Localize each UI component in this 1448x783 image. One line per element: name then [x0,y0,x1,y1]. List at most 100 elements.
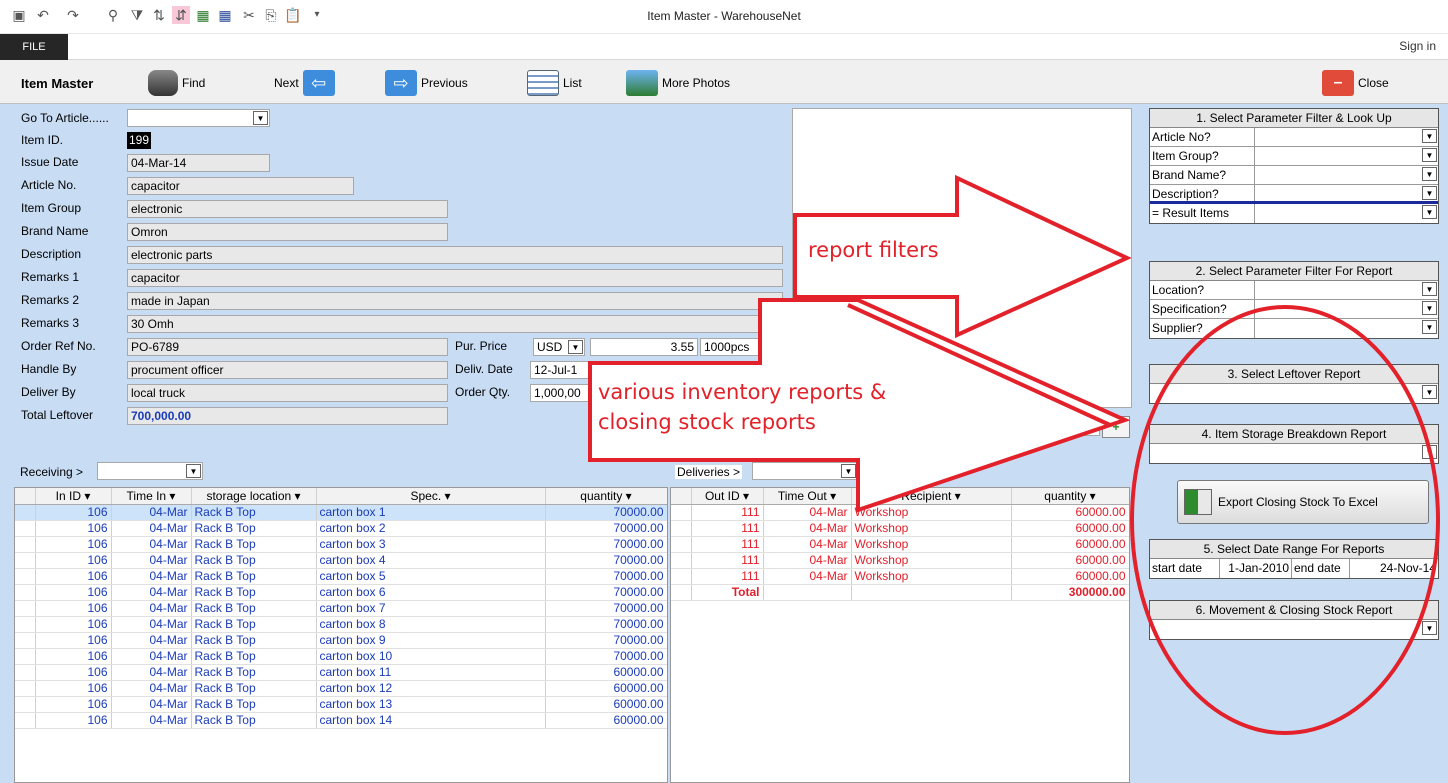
table-row[interactable]: 111 04-Mar Workshop 60000.00 [671,552,1129,569]
row-selector[interactable] [671,536,692,553]
row-selector[interactable] [671,552,692,569]
row-selector[interactable] [15,632,36,649]
storage-breakdown-combo[interactable]: ▼ [1150,444,1438,463]
table-row[interactable]: 106 04-Mar Rack B Top carton box 5 70000.00 [15,568,667,585]
table-row[interactable]: 106 04-Mar Rack B Top carton box 7 70000.00 [15,600,667,617]
end-date-field[interactable]: 24-Nov-14 [1350,559,1438,578]
table-row[interactable]: 111 04-Mar Workshop 60000.00 [671,504,1129,521]
movement-report-combo[interactable]: ▼ [1150,620,1438,639]
item-group-field[interactable]: electronic [127,200,448,218]
chevron-down-icon[interactable]: ▼ [1422,205,1437,219]
table-row[interactable]: 106 04-Mar Rack B Top carton box 12 60000.00 [15,680,667,697]
filter-location[interactable]: Location? ▼ [1150,281,1438,300]
chevron-down-icon[interactable]: ▼ [1422,167,1437,181]
goto-article-combo[interactable]: ▼ [127,109,270,127]
pur-unit-field[interactable]: 1000pcs [700,338,760,356]
row-selector[interactable] [15,600,36,617]
row-selector[interactable] [671,504,692,521]
table-row[interactable]: 106 04-Mar Rack B Top carton box 10 70000.00 [15,648,667,665]
table-row[interactable]: 106 04-Mar Rack B Top carton box 8 70000.00 [15,616,667,633]
remarks1-field[interactable]: capacitor [127,269,783,287]
chevron-down-icon[interactable]: ▼ [186,464,201,478]
table-row[interactable]: 106 04-Mar Rack B Top carton box 11 60000.00 [15,664,667,681]
table-row[interactable]: 106 04-Mar Rack B Top carton box 1 70000.00 [15,504,667,521]
deliveries-combo[interactable]: ▼ [752,462,858,480]
sign-in-link[interactable]: Sign in [1399,39,1436,53]
filter-item-group[interactable]: Item Group? ▼ [1150,147,1438,166]
order-ref-field[interactable]: PO-6789 [127,338,448,356]
filter-brand-name[interactable]: Brand Name? ▼ [1150,166,1438,185]
currency-combo[interactable]: USD ▼ [533,338,585,356]
col-header-out-id[interactable]: Out ID ▾ [691,488,764,505]
next-button[interactable]: Next ⇦ [274,70,335,96]
item-photo[interactable] [792,108,1132,408]
brand-name-field[interactable]: Omron [127,223,448,241]
result-items-combo[interactable]: = Result Items ▼ [1150,204,1438,223]
col-header-quantity[interactable]: quantity ▾ [545,488,667,505]
col-header-in-id[interactable]: In ID ▾ [35,488,112,505]
pur-price-field[interactable]: 3.55 [590,338,698,356]
table-row[interactable]: 106 04-Mar Rack B Top carton box 6 70000.00 [15,584,667,601]
table-row[interactable]: 106 04-Mar Rack B Top carton box 13 60000.00 [15,696,667,713]
deliv-date-field[interactable]: 12-Jul-1 [530,361,600,379]
col-header-time-in[interactable]: Time In ▾ [111,488,192,505]
handle-by-field[interactable]: procument officer [127,361,448,379]
leftover-report-combo[interactable]: ▼ [1150,384,1438,403]
row-selector[interactable] [15,504,36,521]
row-selector[interactable] [15,584,36,601]
filter-specification[interactable]: Specification? ▼ [1150,300,1438,319]
description-field[interactable]: electronic parts [127,246,783,264]
row-selector[interactable] [15,664,36,681]
remarks2-field[interactable]: made in Japan [127,292,783,310]
chevron-down-icon[interactable]: ▼ [568,340,583,354]
row-selector[interactable] [15,680,36,697]
close-button[interactable]: – Close [1322,70,1389,96]
table-row[interactable]: 111 04-Mar Workshop 60000.00 [671,568,1129,585]
file-tab[interactable]: FILE [0,34,68,60]
chevron-down-icon[interactable]: ▼ [1422,385,1437,399]
row-selector[interactable] [15,696,36,713]
table-row[interactable]: 106 04-Mar Rack B Top carton box 3 70000.00 [15,536,667,553]
col-header-out-quantity[interactable]: quantity ▾ [1011,488,1129,505]
issue-date-field[interactable]: 04-Mar-14 [127,154,270,172]
row-selector[interactable] [15,552,36,569]
filter-supplier[interactable]: Supplier? ▼ [1150,319,1438,338]
chevron-down-icon[interactable]: ▼ [253,111,268,125]
start-date-field[interactable]: 1-Jan-2010 [1220,559,1292,578]
row-selector[interactable] [15,616,36,633]
chevron-down-icon[interactable]: ▼ [1422,148,1437,162]
more-photos-button[interactable]: More Photos [626,70,730,96]
item-id-field[interactable]: 199 [127,132,152,149]
filter-article-no[interactable]: Article No? ▼ [1150,128,1438,147]
add-photo-icon[interactable]: + [1102,416,1130,438]
row-selector[interactable] [671,520,692,537]
table-row[interactable]: 106 04-Mar Rack B Top carton box 14 60000.00 [15,712,667,729]
export-closing-stock-button[interactable]: Export Closing Stock To Excel [1177,480,1429,524]
chevron-down-icon[interactable]: ▼ [1422,282,1437,296]
row-selector[interactable] [15,648,36,665]
chevron-down-icon[interactable]: ▼ [841,464,856,478]
table-row[interactable]: 111 04-Mar Workshop 60000.00 [671,536,1129,553]
chevron-down-icon[interactable]: ▼ [1422,129,1437,143]
table-row[interactable]: 111 04-Mar Workshop 60000.00 [671,520,1129,537]
chevron-down-icon[interactable]: ▼ [1422,621,1437,635]
previous-button[interactable]: ⇨ Previous [385,70,468,96]
chevron-down-icon[interactable]: ▼ [1422,445,1437,459]
photo-path-field[interactable] [965,418,1100,436]
row-selector[interactable] [671,568,692,585]
col-header-storage-location[interactable]: storage location ▾ [191,488,317,505]
find-button[interactable]: Find [148,70,205,96]
col-header-time-out[interactable]: Time Out ▾ [763,488,852,505]
col-header-recipient[interactable]: Recipient ▾ [851,488,1012,505]
table-row[interactable]: 106 04-Mar Rack B Top carton box 4 70000.00 [15,552,667,569]
chevron-down-icon[interactable]: ▼ [1422,301,1437,315]
table-row[interactable]: 106 04-Mar Rack B Top carton box 2 70000.00 [15,520,667,537]
row-selector[interactable] [15,712,36,729]
row-selector[interactable] [15,536,36,553]
col-header-spec[interactable]: Spec. ▾ [316,488,546,505]
article-no-field[interactable]: capacitor [127,177,354,195]
list-button[interactable]: List [527,70,582,96]
deliver-by-field[interactable]: local truck [127,384,448,402]
table-row[interactable]: 106 04-Mar Rack B Top carton box 9 70000.00 [15,632,667,649]
row-selector[interactable] [15,520,36,537]
